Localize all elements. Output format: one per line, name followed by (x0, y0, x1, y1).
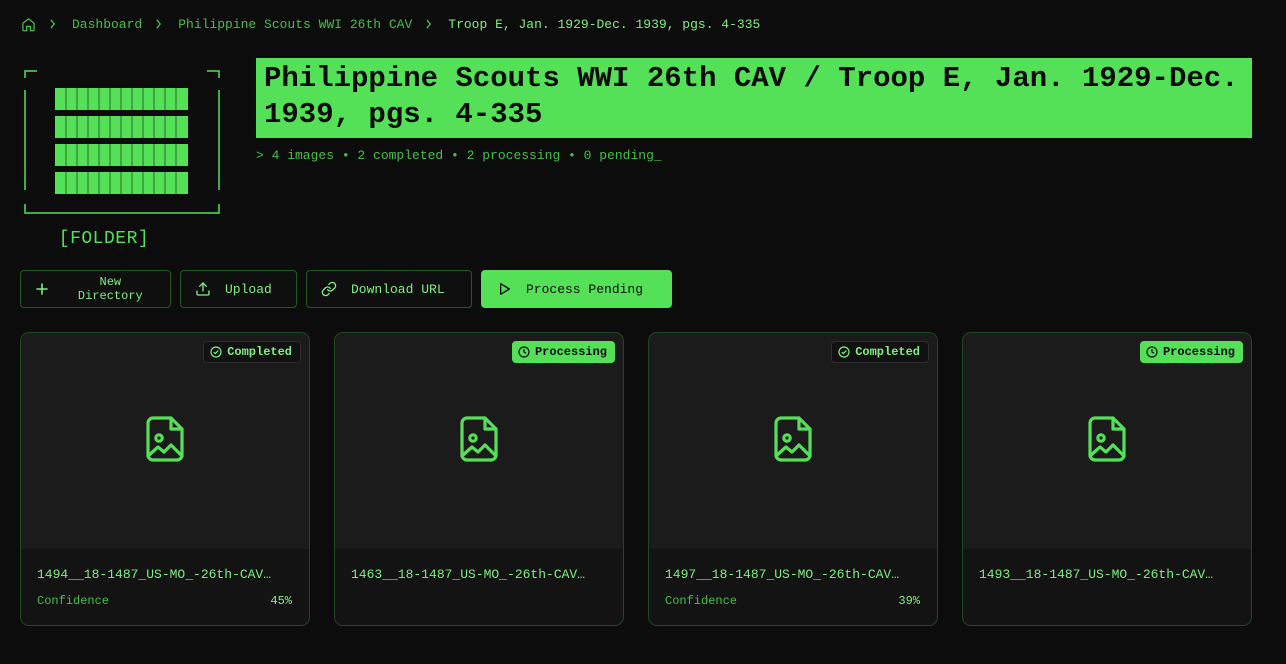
status-badge: Processing (1139, 341, 1243, 363)
file-image-icon (459, 415, 499, 467)
play-icon (496, 281, 512, 297)
confidence-value: 45% (270, 594, 292, 608)
image-thumbnail (963, 333, 1251, 549)
download-url-button[interactable]: Download URL (306, 270, 472, 308)
image-thumbnail (21, 333, 309, 549)
image-thumbnail (649, 333, 937, 549)
status-badge: Completed (831, 341, 929, 363)
upload-button[interactable]: Upload (180, 270, 297, 308)
file-image-icon (145, 415, 185, 467)
new-directory-label: New Directory (77, 275, 143, 303)
upload-icon (195, 281, 211, 297)
folder-icon (24, 70, 220, 214)
toolbar: New Directory Upload Download URL Proces… (20, 270, 672, 308)
new-directory-button[interactable]: New Directory (20, 270, 171, 308)
breadcrumb: Dashboard Philippine Scouts WWI 26th CAV… (20, 14, 760, 34)
link-icon (321, 281, 337, 297)
confidence-label: Confidence (37, 594, 110, 608)
download-url-label: Download URL (351, 281, 445, 297)
chevron-right-icon (154, 19, 164, 29)
file-image-icon (1087, 415, 1127, 467)
check-circle-icon (210, 346, 222, 358)
confidence-value: 39% (898, 594, 920, 608)
status-text: Processing (534, 345, 607, 359)
status-text: Processing (1162, 345, 1235, 359)
confidence-label: Confidence (665, 594, 738, 608)
image-card[interactable]: Completed 1494__18-1487_US-MO_-26th-CAV…… (20, 332, 310, 626)
process-pending-button[interactable]: Process Pending (481, 270, 672, 308)
home-icon[interactable] (20, 16, 36, 32)
page-title: Philippine Scouts WWI 26th CAV / Troop E… (256, 58, 1252, 138)
image-thumbnail (335, 333, 623, 549)
chevron-right-icon (424, 19, 434, 29)
folder-stats: > 4 images • 2 completed • 2 processing … (256, 148, 662, 163)
clock-icon (518, 346, 530, 358)
image-card[interactable]: Completed 1497__18-1487_US-MO_-26th-CAV…… (648, 332, 938, 626)
clock-icon (1146, 346, 1158, 358)
plus-icon (35, 281, 51, 297)
check-circle-icon (838, 346, 850, 358)
status-text: Completed (855, 345, 920, 359)
breadcrumb-current: Troop E, Jan. 1929-Dec. 1939, pgs. 4-335 (448, 16, 761, 32)
breadcrumb-dashboard[interactable]: Dashboard (72, 17, 142, 32)
image-card[interactable]: Processing 1493__18-1487_US-MO_-26th-CAV… (962, 332, 1252, 626)
upload-label: Upload (225, 281, 272, 297)
folder-label: [FOLDER] (58, 229, 150, 249)
file-name: 1497__18-1487_US-MO_-26th-CAV… (665, 567, 900, 582)
chevron-right-icon (48, 19, 58, 29)
breadcrumb-parent-folder[interactable]: Philippine Scouts WWI 26th CAV (178, 17, 412, 32)
process-pending-label: Process Pending (526, 281, 644, 297)
file-image-icon (773, 415, 813, 467)
file-name: 1494__18-1487_US-MO_-26th-CAV… (37, 567, 272, 582)
status-text: Completed (227, 345, 292, 359)
image-card[interactable]: Processing 1463__18-1487_US-MO_-26th-CAV… (334, 332, 624, 626)
status-badge: Completed (203, 341, 301, 363)
status-badge: Processing (511, 341, 615, 363)
file-name: 1463__18-1487_US-MO_-26th-CAV… (351, 567, 586, 582)
file-name: 1493__18-1487_US-MO_-26th-CAV… (979, 567, 1214, 582)
